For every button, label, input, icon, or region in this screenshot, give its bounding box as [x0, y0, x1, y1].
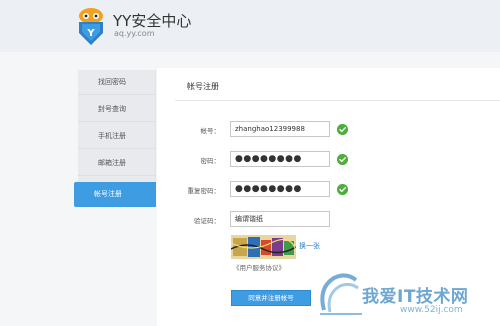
site-title: YY安全中心: [113, 12, 192, 30]
logo-letter: Y: [86, 28, 95, 39]
refresh-captcha-link[interactable]: 换一张: [299, 241, 320, 251]
account-input[interactable]: zhanghao12399988: [230, 121, 330, 137]
user-agreement-link[interactable]: 《用户服务协议》: [233, 262, 285, 272]
watermark-text: 我爱IT技术网: [362, 287, 469, 307]
captcha-image[interactable]: [231, 235, 296, 259]
password-valid-check-icon: [337, 154, 348, 165]
panel-title: 帐号注册: [187, 82, 219, 91]
confirm-password-label: 重复密码：: [187, 187, 221, 195]
password-label: 密码：: [200, 157, 221, 165]
site-domain: aq.yy.com: [114, 29, 155, 38]
watermark-logo-icon: [320, 273, 362, 315]
sidebar-item-phone-register[interactable]: 手机注册: [78, 124, 156, 149]
password-input[interactable]: ●●●●●●●●: [230, 151, 330, 167]
account-label: 帐号：: [200, 127, 221, 135]
captcha-input[interactable]: 编谓谐纸: [230, 211, 330, 227]
site-header: [0, 0, 500, 52]
account-valid-check-icon: [337, 124, 348, 135]
yy-logo-icon[interactable]: Y: [76, 7, 106, 45]
sidebar-item-account-register[interactable]: 帐号注册: [74, 182, 156, 207]
watermark-url: www.52ij.com: [400, 305, 463, 315]
confirm-password-valid-check-icon: [337, 184, 348, 195]
agree-register-button[interactable]: 同意并注册帐号: [231, 290, 311, 306]
confirm-password-input[interactable]: ●●●●●●●●: [230, 181, 330, 197]
divider: [175, 100, 500, 101]
sidebar-item-ban-query[interactable]: 封号查询: [78, 97, 156, 122]
sidebar-item-email-register[interactable]: 邮箱注册: [78, 151, 156, 176]
sidebar-item-find-password[interactable]: 找回密码: [78, 70, 156, 95]
captcha-label: 验证码：: [194, 217, 220, 225]
sidebar-nav: 找回密码 封号查询 手机注册 邮箱注册 帐号注册: [74, 70, 156, 207]
